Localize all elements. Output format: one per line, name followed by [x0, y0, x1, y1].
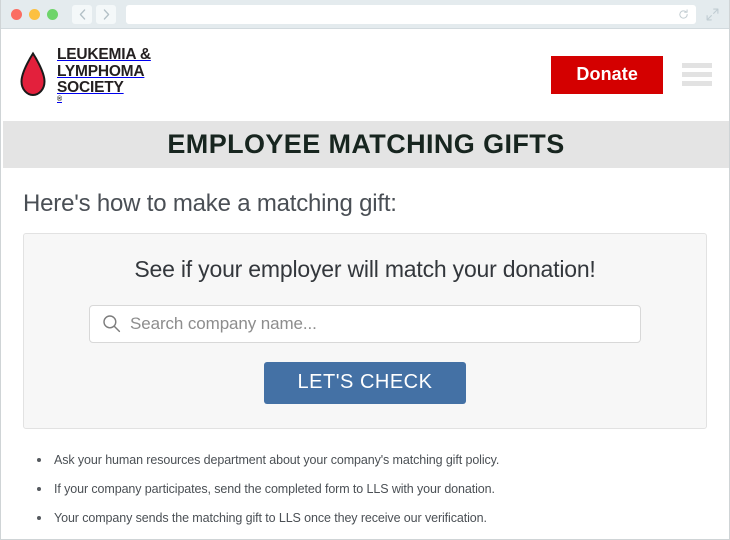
close-window-button[interactable]	[11, 8, 22, 20]
reload-icon[interactable]	[678, 8, 689, 20]
browser-toolbar	[1, 0, 729, 29]
forward-button[interactable]	[96, 4, 116, 24]
expand-icon[interactable]	[706, 8, 719, 21]
browser-window: LEUKEMIA & LYMPHOMA SOCIETY ® Donate EMPL…	[0, 0, 730, 540]
employer-search-card: See if your employer will match your don…	[23, 233, 707, 429]
search-icon	[102, 314, 121, 333]
address-bar[interactable]	[126, 4, 696, 24]
hamburger-bar	[682, 63, 712, 69]
site-logo-text: LEUKEMIA & LYMPHOMA SOCIETY ®	[57, 45, 151, 104]
minimize-window-button[interactable]	[29, 8, 40, 20]
back-button[interactable]	[72, 4, 92, 24]
list-item: If your company participates, send the c…	[35, 482, 707, 497]
header-actions: Donate	[551, 56, 712, 94]
hamburger-bar	[682, 72, 712, 78]
donate-button[interactable]: Donate	[551, 56, 663, 94]
card-title: See if your employer will match your don…	[134, 256, 596, 283]
logo-line-3-text: SOCIETY	[57, 79, 124, 97]
window-traffic-lights	[11, 8, 58, 20]
navigation-buttons	[72, 4, 116, 24]
list-item: Your company sends the matching gift to …	[35, 511, 707, 526]
lead-heading: Here's how to make a matching gift:	[23, 190, 397, 217]
hamburger-menu-icon[interactable]	[682, 63, 712, 87]
search-input[interactable]	[130, 313, 628, 334]
site-header: LEUKEMIA & LYMPHOMA SOCIETY ® Donate	[1, 29, 729, 121]
registered-trademark-mark: ®	[57, 96, 62, 104]
hamburger-bar	[682, 81, 712, 87]
search-field-wrapper[interactable]	[89, 304, 641, 343]
logo-line-3: SOCIETY ®	[57, 80, 151, 103]
instructions-list: Ask your human resources department abou…	[23, 429, 707, 526]
lets-check-button[interactable]: LET'S CHECK	[263, 361, 467, 404]
site-logo[interactable]: LEUKEMIA & LYMPHOMA SOCIETY ®	[18, 45, 151, 104]
maximize-window-button[interactable]	[47, 8, 58, 20]
logo-line-1: LEUKEMIA &	[57, 45, 151, 63]
page-title: EMPLOYEE MATCHING GIFTS	[167, 129, 565, 159]
blood-drop-icon	[20, 51, 46, 96]
page-title-banner: EMPLOYEE MATCHING GIFTS	[3, 121, 729, 168]
main-content: Here's how to make a matching gift: See …	[1, 168, 729, 526]
logo-line-2: LYMPHOMA	[57, 62, 145, 80]
list-item: Ask your human resources department abou…	[35, 453, 707, 468]
